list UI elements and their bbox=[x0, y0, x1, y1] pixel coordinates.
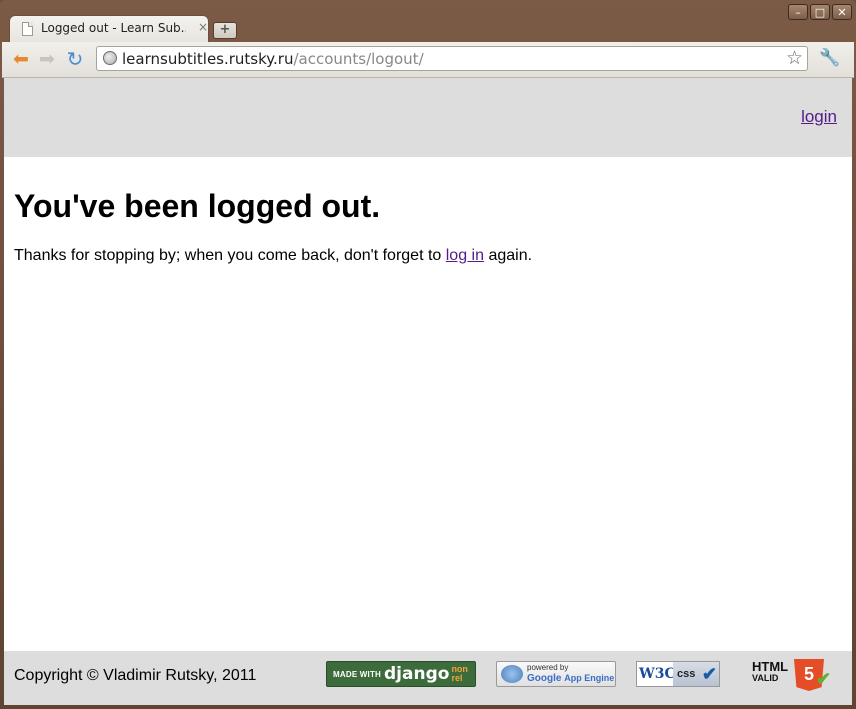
browser-tab[interactable]: Logged out - Learn Sub... × bbox=[10, 16, 208, 42]
site-footer: Copyright © Vladimir Rutsky, 2011 MADE W… bbox=[4, 651, 852, 705]
url-host: learnsubtitles.rutsky.ru bbox=[122, 50, 294, 68]
site-header: login bbox=[4, 78, 852, 157]
browser-window-frame: Logged out - Learn Sub... × + – □ ✕ ⬅ ➡ … bbox=[0, 0, 856, 709]
log-in-link[interactable]: log in bbox=[446, 247, 484, 264]
logout-message: Thanks for stopping by; when you come ba… bbox=[14, 247, 532, 265]
forward-arrow-icon[interactable]: ➡ bbox=[36, 49, 58, 69]
html5-check-icon: ✔ bbox=[816, 669, 832, 689]
django-badge-small-text: MADE WITH bbox=[333, 669, 382, 679]
minimize-button[interactable]: – bbox=[788, 4, 808, 20]
maximize-button[interactable]: □ bbox=[810, 4, 830, 20]
app-engine-logo-icon bbox=[501, 665, 523, 683]
url-text[interactable]: learnsubtitles.rutsky.ru/accounts/logout… bbox=[122, 50, 424, 68]
window-controls: – □ ✕ bbox=[788, 4, 852, 20]
copyright-text: Copyright © Vladimir Rutsky, 2011 bbox=[14, 667, 257, 684]
w3c-css-text: css ✔ bbox=[673, 662, 719, 686]
page-icon bbox=[22, 22, 33, 36]
django-nonrel-badge[interactable]: MADE WITH django non rel bbox=[326, 661, 476, 687]
new-tab-button[interactable]: + bbox=[213, 22, 237, 39]
bookmark-star-icon[interactable]: ☆ bbox=[786, 47, 803, 69]
gae-powered-by: powered by bbox=[527, 663, 569, 672]
nonrel-line-2: rel bbox=[451, 673, 463, 683]
gae-app-engine: App Engine bbox=[564, 673, 615, 683]
globe-icon bbox=[103, 51, 117, 65]
message-text-before: Thanks for stopping by; when you come ba… bbox=[14, 247, 446, 264]
page-title: You've been logged out. bbox=[14, 188, 381, 224]
w3c-logo-text: W3C bbox=[639, 666, 676, 682]
checkmark-icon: ✔ bbox=[701, 664, 717, 684]
html5-valid-text: VALID bbox=[752, 673, 779, 683]
login-link[interactable]: login bbox=[801, 107, 837, 127]
tab-close-icon[interactable]: × bbox=[198, 20, 208, 34]
gae-google-text: Google App Engine bbox=[527, 673, 614, 684]
html5-title: HTML bbox=[752, 659, 789, 674]
w3c-css-label: css bbox=[677, 668, 696, 680]
page-content: login You've been logged out. Thanks for… bbox=[4, 78, 852, 705]
close-window-button[interactable]: ✕ bbox=[832, 4, 852, 20]
back-arrow-icon[interactable]: ⬅ bbox=[10, 49, 32, 69]
tab-title: Logged out - Learn Sub... bbox=[41, 21, 186, 35]
w3c-css-badge[interactable]: W3C css ✔ bbox=[636, 661, 720, 687]
url-path: /accounts/logout/ bbox=[293, 50, 424, 68]
reload-icon[interactable]: ↻ bbox=[64, 49, 86, 69]
gae-google: Google bbox=[527, 673, 562, 684]
django-badge-logo-text: django bbox=[384, 664, 450, 684]
html5-valid-badge[interactable]: HTML VALID 5 ✔ bbox=[750, 659, 834, 693]
django-badge-nonrel: non rel bbox=[451, 665, 468, 683]
app-engine-badge[interactable]: powered by Google App Engine bbox=[496, 661, 616, 687]
address-bar[interactable]: learnsubtitles.rutsky.ru/accounts/logout… bbox=[96, 46, 808, 71]
message-text-after: again. bbox=[484, 247, 533, 264]
browser-toolbar: ⬅ ➡ ↻ learnsubtitles.rutsky.ru/accounts/… bbox=[2, 42, 854, 78]
wrench-menu-icon[interactable]: 🔧 bbox=[819, 48, 840, 68]
